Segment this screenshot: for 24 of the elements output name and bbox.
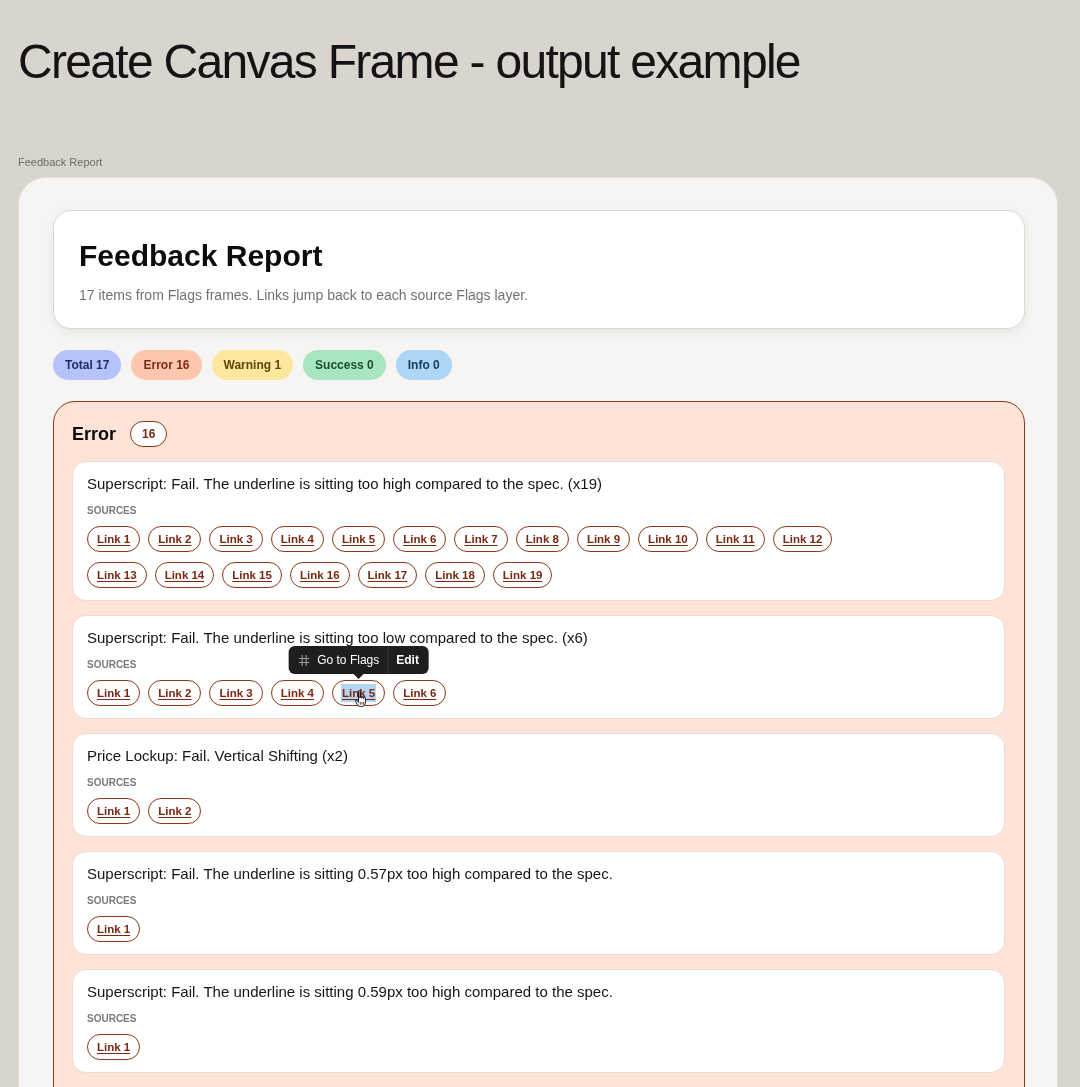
sources-label: SOURCES (87, 505, 137, 517)
issue-text: Superscript: Fail. The underline is sitting 0.57px too high compared to the spec. (87, 864, 613, 884)
page-title: Create Canvas Frame - output example (17, 34, 800, 90)
sources-label: SOURCES (87, 1013, 137, 1025)
edit-button[interactable]: Edit (388, 646, 427, 674)
sources-label: SOURCES (87, 659, 137, 671)
hash-icon (298, 654, 310, 666)
go-to-flags-button[interactable]: Go to Flags (290, 646, 388, 674)
report-title: Feedback Report (79, 238, 323, 274)
stat-chip: Error 16 (131, 350, 202, 380)
section-title: Error (72, 423, 116, 445)
issue-text: Superscript: Fail. The underline is sitting 0.59px too high compared to the spec. (87, 982, 613, 1002)
frame-label: Feedback Report (18, 155, 103, 169)
sources-label: SOURCES (87, 777, 137, 789)
stat-chip: Success 0 (303, 350, 386, 380)
report-subtitle: 17 items from Flags frames. Links jump back to each source Flags layer. (79, 286, 528, 304)
issue-text: Superscript: Fail. The underline is sitting too high compared to the spec. (x19) (87, 474, 602, 494)
count-badge: 16 (130, 421, 168, 447)
stat-chip: Info 0 (395, 350, 452, 380)
issue-text: Price Lockup: Fail. Vertical Shifting (x2) (87, 746, 348, 766)
stat-chip: Total 17 (53, 350, 122, 380)
sources-label: SOURCES (87, 895, 137, 907)
issue-text: Superscript: Fail. The underline is sitting too low compared to the spec. (x6) (87, 628, 588, 648)
stat-chip: Warning 1 (211, 350, 294, 380)
